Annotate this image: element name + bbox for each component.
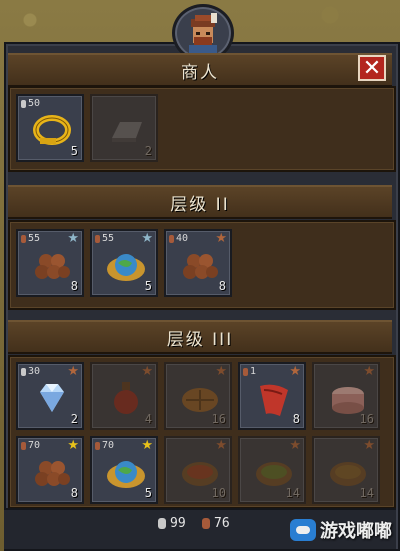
bronze-coin-icon [21, 234, 26, 243]
item-slot-nuts[interactable]: 70 ★ 8 [16, 436, 84, 504]
item-slot-iron-ingot[interactable]: 2 [90, 94, 158, 162]
bronze-star-icon: ★ [363, 364, 375, 379]
silver-coin-icon [158, 518, 166, 529]
bronze-star-icon: ★ [289, 438, 301, 453]
bronze-coin-icon [202, 518, 210, 529]
price-label: 70 [21, 440, 40, 451]
bronze-coin-icon [95, 234, 100, 243]
bronze-coin-icon [95, 441, 100, 450]
silver-star-icon: ★ [67, 231, 79, 246]
price-label: 1 [243, 366, 256, 377]
planet-bowl-icon [107, 254, 145, 281]
quantity-label: 4 [144, 412, 152, 426]
quantity-label: 2 [70, 412, 78, 426]
quantity-label: 8 [70, 279, 78, 293]
gold-ring-icon [33, 115, 71, 145]
planet-bowl-icon [107, 461, 145, 488]
tier-3-title: 层级 III [166, 329, 234, 350]
price-label: 50 [21, 98, 40, 109]
item-slot-stew[interactable]: ★ 14 [238, 436, 306, 504]
quantity-label: 5 [144, 279, 152, 293]
bronze-coin-icon [169, 234, 174, 243]
watermark-logo-icon [290, 519, 316, 541]
iron-ingot-icon [112, 122, 142, 142]
bronze-star-icon: ★ [215, 438, 227, 453]
quantity-label: 2 [144, 144, 152, 158]
silver-coin-icon [21, 99, 26, 108]
quantity-label: 16 [211, 412, 226, 426]
site-watermark: 游戏嘟嘟 [290, 517, 392, 543]
item-slot-nuts[interactable]: 55 ★ 8 [16, 229, 84, 297]
bronze-star-icon: ★ [141, 364, 153, 379]
item-slot-cake[interactable]: ★ 16 [312, 362, 380, 430]
item-slot-planet-bowl[interactable]: 55 ★ 5 [90, 229, 158, 297]
item-slot-gold-ring[interactable]: 50 5 [16, 94, 84, 162]
quantity-label: 14 [285, 486, 300, 500]
item-slot-planet-bowl[interactable]: 70 ★ 5 [90, 436, 158, 504]
tier-3-header: 层级 III [8, 320, 392, 354]
bronze-balance: 76 [202, 516, 230, 531]
quantity-label: 16 [359, 412, 374, 426]
bronze-star-icon: ★ [289, 364, 301, 379]
item-slot-diamond[interactable]: 30 ★ 2 [16, 362, 84, 430]
tier-2-title: 层级 II [170, 194, 230, 215]
bronze-star-icon: ★ [363, 438, 375, 453]
nuts-icon [183, 254, 218, 279]
merchant-title: 商人 [181, 62, 219, 83]
silver-coin-icon [21, 367, 26, 376]
diamond-icon [40, 384, 64, 412]
price-label: 30 [21, 366, 40, 377]
nuts-icon [35, 254, 70, 279]
item-slot-potion[interactable]: ★ 4 [90, 362, 158, 430]
item-slot-pie[interactable]: ★ 16 [164, 362, 232, 430]
close-button[interactable]: ✕ [358, 55, 386, 81]
item-slot-stew[interactable]: ★ 10 [164, 436, 232, 504]
quantity-label: 14 [359, 486, 374, 500]
tier-2-header: 层级 II [8, 185, 392, 219]
item-slot-nuts[interactable]: 40 ★ 8 [164, 229, 232, 297]
price-label: 55 [95, 233, 114, 244]
potion-icon [114, 382, 138, 414]
nuts-icon [35, 461, 70, 486]
quantity-label: 5 [144, 486, 152, 500]
red-cloth-icon [260, 384, 288, 416]
silver-balance: 99 [158, 516, 186, 531]
quantity-label: 8 [70, 486, 78, 500]
bronze-coin-icon [243, 367, 248, 376]
quantity-label: 8 [292, 412, 300, 426]
gold-star-icon: ★ [141, 438, 153, 453]
merchant-face-icon [189, 13, 217, 53]
item-slot-stew[interactable]: ★ 14 [312, 436, 380, 504]
merchant-header: 商人 [8, 53, 392, 87]
price-label: 40 [169, 233, 188, 244]
quantity-label: 10 [211, 486, 226, 500]
gold-star-icon: ★ [67, 438, 79, 453]
silver-star-icon: ★ [141, 231, 153, 246]
price-label: 70 [95, 440, 114, 451]
bronze-star-icon: ★ [215, 364, 227, 379]
quantity-label: 8 [218, 279, 226, 293]
bronze-star-icon: ★ [67, 364, 79, 379]
quantity-label: 5 [70, 144, 78, 158]
item-slot-cloth[interactable]: 1 ★ 8 [238, 362, 306, 430]
bronze-star-icon: ★ [215, 231, 227, 246]
bronze-coin-icon [21, 441, 26, 450]
price-label: 55 [21, 233, 40, 244]
